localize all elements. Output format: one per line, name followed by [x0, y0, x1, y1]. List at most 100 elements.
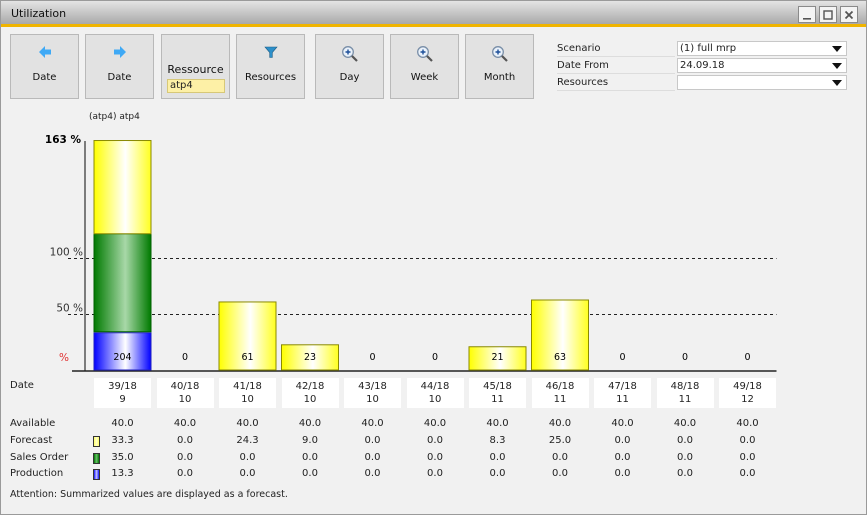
- bar-total-label: 0: [432, 352, 438, 363]
- bar-total-label: 23: [304, 352, 316, 363]
- table-cell: 0.0: [614, 435, 631, 446]
- table-cell: 40.0: [611, 418, 634, 429]
- week-label: 43/18: [358, 381, 387, 392]
- table-cell: 0.0: [239, 452, 256, 463]
- table-cell: 0.0: [427, 452, 443, 463]
- month-label: 10: [428, 394, 442, 405]
- table-cell: 40.0: [548, 418, 572, 429]
- table-cell: 0.0: [364, 452, 381, 463]
- week-label: 48/18: [670, 381, 700, 392]
- month-label: 11: [678, 394, 692, 405]
- table-cell: 0.0: [489, 468, 506, 479]
- date-column-header[interactable]: 40/18 10: [156, 378, 214, 408]
- table-cell: 13.3: [111, 468, 134, 479]
- table-cell: 0.0: [677, 435, 693, 446]
- table-cell: 0.0: [302, 452, 318, 463]
- date-column-header[interactable]: 46/18 11: [531, 378, 589, 408]
- date-column-header[interactable]: 44/18 10: [406, 378, 464, 408]
- table-cell: 0.0: [614, 468, 631, 479]
- date-column-header[interactable]: 45/18 11: [469, 378, 526, 408]
- y-axis-max-label: 163 %: [45, 134, 82, 146]
- bar-total-label: 0: [182, 352, 188, 363]
- table-cell: 0.0: [364, 468, 381, 479]
- week-label: 39/18: [108, 381, 137, 392]
- week-label: 46/18: [545, 381, 575, 392]
- month-label: 9: [119, 394, 126, 405]
- table-cell: 40.0: [423, 418, 447, 429]
- table-cell: 0.0: [739, 468, 756, 479]
- y-axis-unit-label: %: [59, 352, 69, 364]
- table-cell: 0.0: [552, 452, 568, 463]
- table-cell: 25.0: [548, 435, 572, 446]
- month-label: 11: [616, 394, 629, 405]
- table-cell: 0.0: [177, 468, 193, 479]
- table-cell: 0.0: [302, 468, 318, 479]
- reference-label-100: 100 %: [50, 247, 83, 259]
- table-cell: 0.0: [614, 452, 631, 463]
- bar-total-label: 21: [491, 352, 503, 363]
- row-label-available: Available: [10, 418, 56, 429]
- table-cell: 40.0: [736, 418, 759, 429]
- month-label: 10: [303, 394, 317, 405]
- table-cell: 0.0: [427, 435, 443, 446]
- table-cell: 24.3: [236, 435, 259, 446]
- date-column-header[interactable]: 49/18 12: [719, 378, 776, 408]
- table-cell: 0.0: [239, 468, 256, 479]
- table-cell: 40.0: [298, 418, 322, 429]
- table-cell: 0.0: [177, 452, 193, 463]
- row-label-forecast: Forecast: [10, 435, 53, 446]
- date-column-header[interactable]: 42/18 10: [281, 378, 339, 408]
- table-cell: 33.3: [111, 435, 134, 446]
- table-cell: 0.0: [177, 435, 193, 446]
- table-cell: 40.0: [236, 418, 259, 429]
- week-label: 49/18: [733, 381, 762, 392]
- week-label: 41/18: [233, 381, 262, 392]
- table-cell: 0.0: [677, 452, 693, 463]
- month-label: 11: [553, 394, 567, 405]
- reference-label-50: 50 %: [56, 303, 83, 315]
- table-cell: 9.0: [302, 435, 318, 446]
- bar-forecast: [93, 140, 152, 235]
- attention-note: Attention: Summarized values are display…: [10, 489, 288, 500]
- date-column-header[interactable]: 43/18 10: [344, 378, 401, 408]
- table-cell: 0.0: [489, 452, 506, 463]
- table-cell: 0.0: [364, 435, 381, 446]
- week-label: 42/18: [295, 381, 325, 392]
- date-column-header[interactable]: 41/18 10: [219, 378, 276, 408]
- table-cell: 8.3: [489, 435, 506, 446]
- week-label: 47/18: [608, 381, 637, 392]
- row-label-production: Production: [10, 468, 64, 479]
- table-cell: 40.0: [173, 418, 197, 429]
- table-cell: 40.0: [486, 418, 509, 429]
- month-label: 12: [741, 394, 754, 405]
- date-column-header[interactable]: 39/18 9: [94, 378, 151, 408]
- table-cell: 40.0: [673, 418, 697, 429]
- month-label: 10: [241, 394, 254, 405]
- table-cell: 40.0: [111, 418, 134, 429]
- bar-total-label: 0: [744, 352, 750, 363]
- date-column-header[interactable]: 47/18 11: [594, 378, 651, 408]
- bar-total-label: 61: [241, 352, 253, 363]
- utilization-window: Utilization Date Date Ressource atp4 Res…: [0, 0, 867, 515]
- date-column-header[interactable]: 48/18 11: [656, 378, 714, 408]
- month-label: 10: [178, 394, 192, 405]
- table-cell: 0.0: [739, 435, 756, 446]
- table-cell: 40.0: [361, 418, 384, 429]
- month-label: 10: [366, 394, 379, 405]
- bar-total-label: 63: [554, 352, 566, 363]
- bar-total-label: 0: [369, 352, 375, 363]
- month-label: 11: [491, 394, 504, 405]
- date-row-label: Date: [10, 380, 34, 391]
- bar-sales-order: [93, 233, 152, 333]
- table-cell: 35.0: [111, 452, 134, 463]
- table-cell: 0.0: [427, 468, 443, 479]
- bar-total-label: 0: [619, 352, 625, 363]
- week-label: 44/18: [420, 381, 450, 392]
- table-cell: 0.0: [677, 468, 693, 479]
- bar-total-label: 0: [682, 352, 688, 363]
- week-label: 45/18: [483, 381, 512, 392]
- bar-total-label: 204: [113, 352, 131, 363]
- table-cell: 0.0: [739, 452, 756, 463]
- table-cell: 0.0: [552, 468, 568, 479]
- row-label-sales-order: Sales Order: [10, 452, 69, 463]
